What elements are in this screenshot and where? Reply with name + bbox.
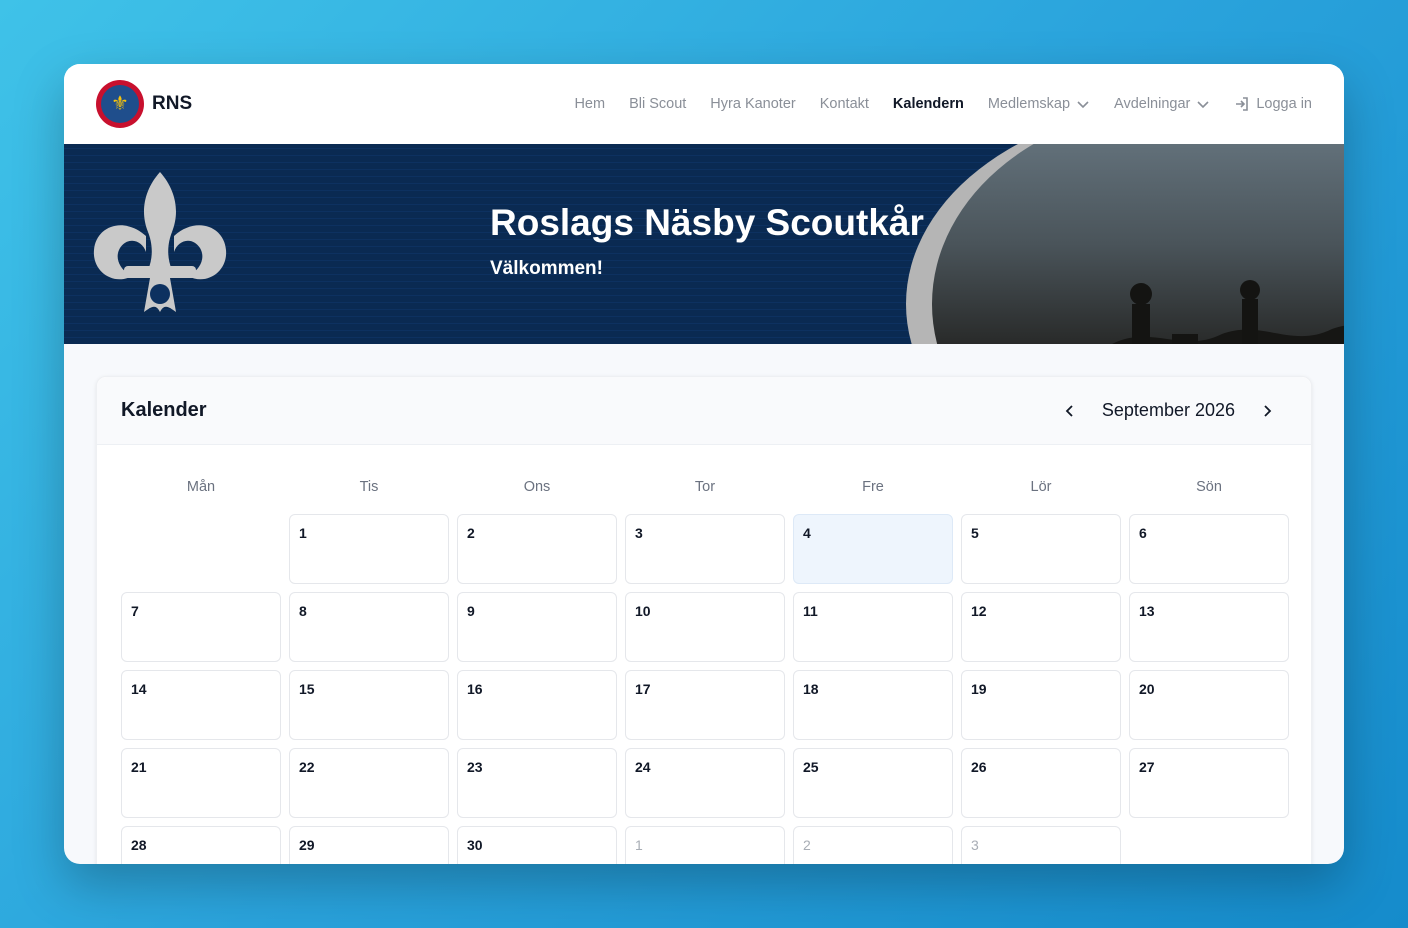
scout-emblem-icon: ⚜ xyxy=(96,80,144,128)
month-label: September 2026 xyxy=(1101,400,1235,420)
calendar-day-cell[interactable]: 26 xyxy=(961,748,1121,818)
calendar-title: Kalender xyxy=(121,399,207,421)
calendar-day-cell xyxy=(1129,826,1289,864)
calendar-day-cell[interactable]: 16 xyxy=(457,670,617,740)
calendar-day-cell[interactable]: 18 xyxy=(793,670,953,740)
nav-item-medlemskap[interactable]: Medlemskap xyxy=(988,96,1090,112)
calendar-day-cell[interactable]: 13 xyxy=(1129,592,1289,662)
calendar-card: Kalender September 2026 Mån Tis Ons Tor … xyxy=(96,376,1312,864)
nav-item-medlemskap-label: Medlemskap xyxy=(987,96,1071,112)
weekday-label: Lör xyxy=(1030,479,1052,495)
hero-photo xyxy=(906,144,1344,344)
weekday-label: Fre xyxy=(862,479,884,495)
calendar-day-cell[interactable]: 19 xyxy=(961,670,1121,740)
calendar-day-cell[interactable]: 25 xyxy=(793,748,953,818)
calendar-day-cell[interactable]: 10 xyxy=(625,592,785,662)
calendar-day-cell[interactable]: 24 xyxy=(625,748,785,818)
calendar-day-cell[interactable]: 5 xyxy=(961,514,1121,584)
calendar-day-cell[interactable]: 28 xyxy=(121,826,281,864)
calendar-header: Kalender September 2026 xyxy=(97,377,1311,445)
calendar-day-cell[interactable]: 14 xyxy=(121,670,281,740)
nav-item-bli-scout[interactable]: Bli Scout xyxy=(629,96,686,112)
hero-subtitle: Välkommen! xyxy=(490,258,603,279)
login-button[interactable]: Logga in xyxy=(1234,96,1312,112)
chevron-right-icon[interactable] xyxy=(1259,403,1275,419)
calendar-day-cell[interactable]: 20 xyxy=(1129,670,1289,740)
calendar-day-cell[interactable]: 2 xyxy=(793,826,953,864)
calendar-day-cell[interactable]: 27 xyxy=(1129,748,1289,818)
calendar-day-cell[interactable]: 21 xyxy=(121,748,281,818)
top-navbar: ⚜ RNS Hem Bli Scout Hyra Kanoter Kontakt… xyxy=(64,64,1344,144)
weekday-header-row: Mån Tis Ons Tor Fre Lör Sön xyxy=(121,479,1289,495)
calendar-day-cell[interactable]: 22 xyxy=(289,748,449,818)
weekday-label: Tis xyxy=(359,479,379,495)
main-menu: Hem Bli Scout Hyra Kanoter Kontakt Kalen… xyxy=(574,96,1312,112)
calendar-day-cell[interactable]: 2 xyxy=(457,514,617,584)
nav-item-hyra-kanoter[interactable]: Hyra Kanoter xyxy=(710,96,795,112)
weekday-label: Ons xyxy=(523,479,551,495)
campfire-scene-image xyxy=(1112,280,1344,344)
calendar-day-cell[interactable]: 1 xyxy=(625,826,785,864)
calendar-day-cell[interactable]: 8 xyxy=(289,592,449,662)
nav-item-kalendern[interactable]: Kalendern xyxy=(893,96,964,112)
browser-window: ⚜ RNS Hem Bli Scout Hyra Kanoter Kontakt… xyxy=(64,64,1344,864)
calendar-grid: 1 2 3 4 5 6 7 8 9 10 11 12 13 14 15 16 17 18 19 20 21 22 23 24 2… xyxy=(121,514,1297,864)
nav-item-hem[interactable]: Hem xyxy=(574,96,605,112)
calendar-day-cell[interactable]: 12 xyxy=(961,592,1121,662)
calendar-day-cell[interactable]: 1 xyxy=(289,514,449,584)
calendar-day-cell[interactable]: 17 xyxy=(625,670,785,740)
calendar-day-cell[interactable]: 3 xyxy=(625,514,785,584)
calendar-day-cell[interactable]: 11 xyxy=(793,592,953,662)
calendar-day-cell[interactable]: 23 xyxy=(457,748,617,818)
weekday-label: Tor xyxy=(694,479,716,495)
fleur-de-lis-icon xyxy=(93,172,227,312)
calendar-day-cell[interactable]: 30 xyxy=(457,826,617,864)
chevron-left-icon[interactable] xyxy=(1062,403,1078,419)
calendar-day-cell[interactable]: 29 xyxy=(289,826,449,864)
calendar-day-cell xyxy=(121,514,281,584)
brand-name: RNS xyxy=(152,93,193,114)
month-navigation: September 2026 xyxy=(1062,400,1287,421)
calendar-day-cell[interactable]: 9 xyxy=(457,592,617,662)
brand[interactable]: ⚜ RNS xyxy=(96,80,192,128)
calendar-day-cell[interactable]: 3 xyxy=(961,826,1121,864)
calendar-day-cell[interactable]: 6 xyxy=(1129,514,1289,584)
hero-banner: Roslags Näsby Scoutkår Välkommen! xyxy=(64,144,1344,344)
calendar-day-cell[interactable]: 4 xyxy=(793,514,953,584)
nav-item-avdelningar[interactable]: Avdelningar xyxy=(1114,96,1210,112)
hero-title: Roslags Näsby Scoutkår xyxy=(490,202,924,243)
login-icon xyxy=(1236,97,1249,111)
weekday-label: Mån xyxy=(186,479,216,495)
nav-item-kontakt[interactable]: Kontakt xyxy=(820,96,869,112)
calendar-day-cell[interactable]: 15 xyxy=(289,670,449,740)
nav-item-avdelningar-label: Avdelningar xyxy=(1114,96,1191,112)
chevron-down-icon xyxy=(1077,101,1089,109)
login-label: Logga in xyxy=(1256,96,1312,112)
chevron-down-icon xyxy=(1197,101,1209,109)
calendar-day-cell[interactable]: 7 xyxy=(121,592,281,662)
weekday-label: Sön xyxy=(1196,479,1222,495)
